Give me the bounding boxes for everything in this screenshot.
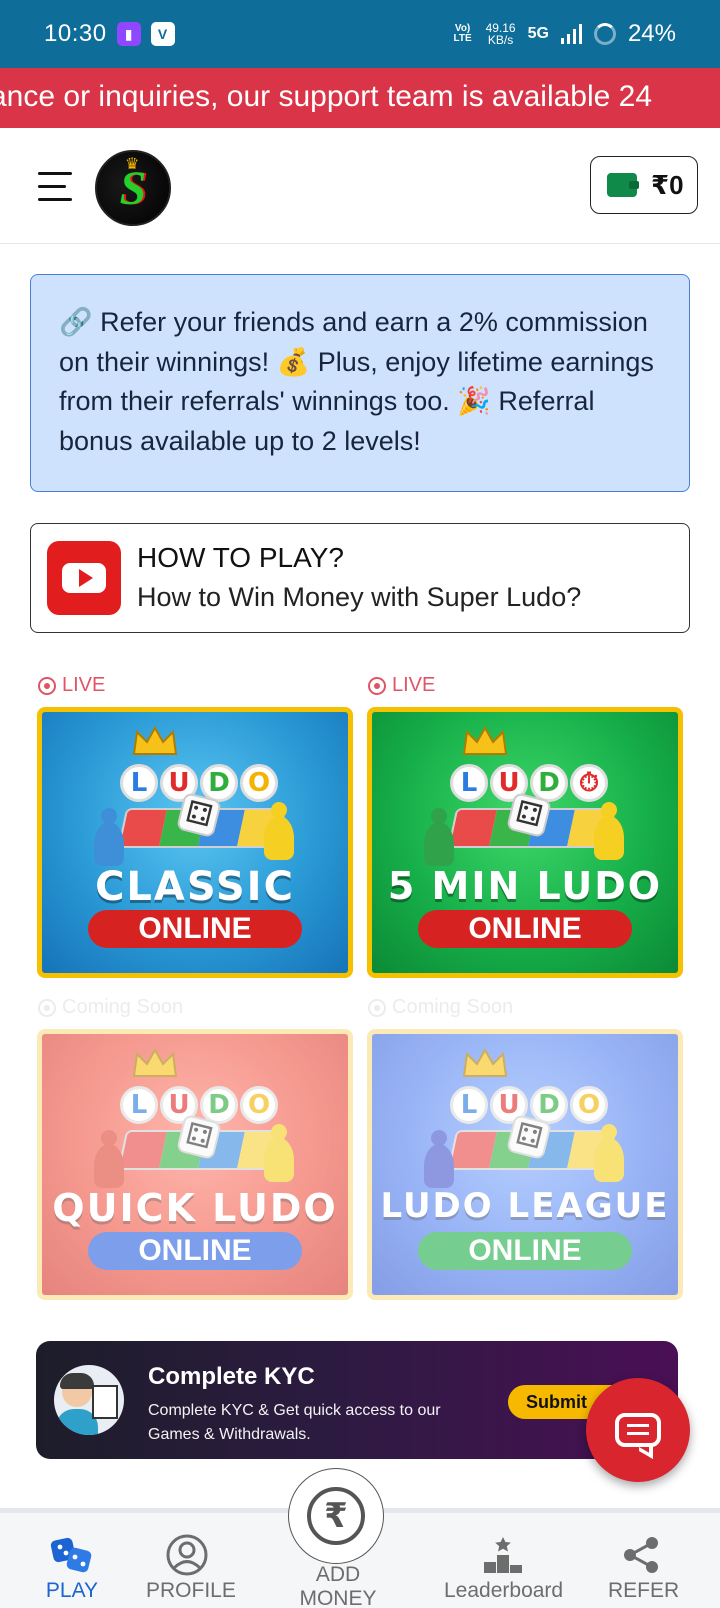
crown-icon [132, 1048, 178, 1077]
nav-leaderboard[interactable]: Leaderboard [444, 1533, 564, 1603]
pawn-icon [424, 808, 454, 866]
game-status-coming-soon: Coming Soon [38, 996, 183, 1019]
dice-icon [44, 1533, 100, 1577]
live-dot-icon [368, 676, 386, 695]
signal-icon [560, 24, 582, 44]
game-badge: ONLINE [418, 1232, 632, 1270]
live-dot-icon [38, 676, 56, 695]
add-money-button[interactable]: ₹ [288, 1468, 384, 1564]
rupee-icon: ₹ [307, 1487, 365, 1545]
profile-icon [146, 1533, 228, 1577]
nav-profile[interactable]: PROFILE [146, 1533, 236, 1603]
wallet-button[interactable]: ₹0 [590, 156, 698, 214]
battery-icon [593, 23, 616, 45]
announcement-ticker: istance or inquiries, our support team i… [0, 68, 720, 128]
game-tile-quick-ludo[interactable]: LUDO QUICK LUDO ONLINE [37, 1029, 353, 1300]
crown-icon [462, 1048, 508, 1077]
status-dot-icon [368, 998, 386, 1017]
app-logo[interactable]: ♛ S [95, 150, 171, 226]
network-speed-unit: KB/s [487, 33, 514, 47]
game-badge: ONLINE [88, 1232, 302, 1270]
kyc-avatar-icon [54, 1365, 124, 1435]
nav-leaderboard-label: Leaderboard [444, 1579, 564, 1602]
how-to-play-subtitle: How to Win Money with Super Ludo? [137, 582, 582, 612]
how-to-play-title: HOW TO PLAY? [137, 542, 344, 573]
clock-icon: ⏱ [570, 764, 608, 802]
referral-banner: 🔗 Refer your friends and earn a 2% commi… [30, 274, 690, 492]
nav-profile-label: PROFILE [146, 1579, 236, 1602]
podium-icon [444, 1533, 562, 1577]
game-tile-classic[interactable]: LUDO CLASSIC ONLINE [37, 707, 353, 978]
pawn-icon [594, 802, 624, 860]
youtube-icon [47, 541, 121, 615]
kyc-title: Complete KYC [148, 1363, 315, 1390]
game-title: CLASSIC [95, 864, 295, 910]
crown-icon [132, 726, 178, 755]
game-title: LUDO LEAGUE [380, 1186, 670, 1226]
pawn-icon [264, 1124, 294, 1182]
battery-percent: 24% [627, 20, 676, 47]
game-status-live: LIVE [368, 674, 435, 697]
share-icon [608, 1533, 674, 1577]
nav-play-label: PLAY [45, 1579, 99, 1602]
nav-refer[interactable]: REFER [608, 1533, 679, 1603]
game-badge: ONLINE [418, 910, 632, 948]
ticker-text: istance or inquiries, our support team i… [0, 80, 653, 113]
game-badge: ONLINE [88, 910, 302, 948]
pawn-icon [264, 802, 294, 860]
kyc-banner[interactable]: Complete KYC Complete KYC & Get quick ac… [36, 1341, 678, 1459]
nav-play[interactable]: PLAY [44, 1533, 100, 1603]
v-app-icon: V [150, 22, 175, 46]
chat-icon [615, 1413, 661, 1447]
game-status-live: LIVE [38, 674, 105, 697]
volte-indicator: Vo) LTE [453, 23, 472, 44]
pawn-icon [94, 1130, 124, 1188]
status-dot-icon [38, 998, 56, 1017]
pawn-icon [424, 1130, 454, 1188]
crown-icon [462, 726, 508, 755]
app-header: ♛ S ₹0 [0, 128, 720, 244]
pawn-icon [94, 808, 124, 866]
twitch-icon: ▮ [116, 22, 141, 46]
game-tile-5-min-ludo[interactable]: LUD⏱ 5 MIN LUDO ONLINE [367, 707, 683, 978]
crown-icon: ♛ [125, 156, 140, 173]
how-to-play-card[interactable]: HOW TO PLAY? How to Win Money with Super… [30, 523, 690, 633]
menu-icon[interactable] [38, 172, 74, 202]
clock: 10:30 [44, 20, 107, 47]
status-bar: 10:30 ▮ V Vo) LTE 49.16 KB/s 5G 24% [0, 0, 720, 68]
game-status-coming-soon: Coming Soon [368, 996, 513, 1019]
nav-add-money[interactable]: ADD MONEY [276, 1563, 400, 1608]
nav-refer-label: REFER [608, 1579, 680, 1602]
game-title: QUICK LUDO [52, 1186, 338, 1230]
game-tile-ludo-league[interactable]: LUDO LUDO LEAGUE ONLINE [367, 1029, 683, 1300]
wallet-icon [607, 173, 639, 197]
pawn-icon [594, 1124, 624, 1182]
game-title: 5 MIN LUDO [387, 864, 663, 908]
referral-text: 🔗 Refer your friends and earn a 2% commi… [59, 307, 654, 456]
wallet-balance: ₹0 [651, 169, 684, 200]
support-chat-button[interactable] [586, 1378, 690, 1482]
kyc-description: Complete KYC & Get quick access to our G… [148, 1402, 441, 1443]
network-type: 5G [527, 25, 549, 42]
nav-add-money-label: ADD MONEY [299, 1563, 377, 1608]
network-speed: 49.16 KB/s [486, 22, 516, 46]
